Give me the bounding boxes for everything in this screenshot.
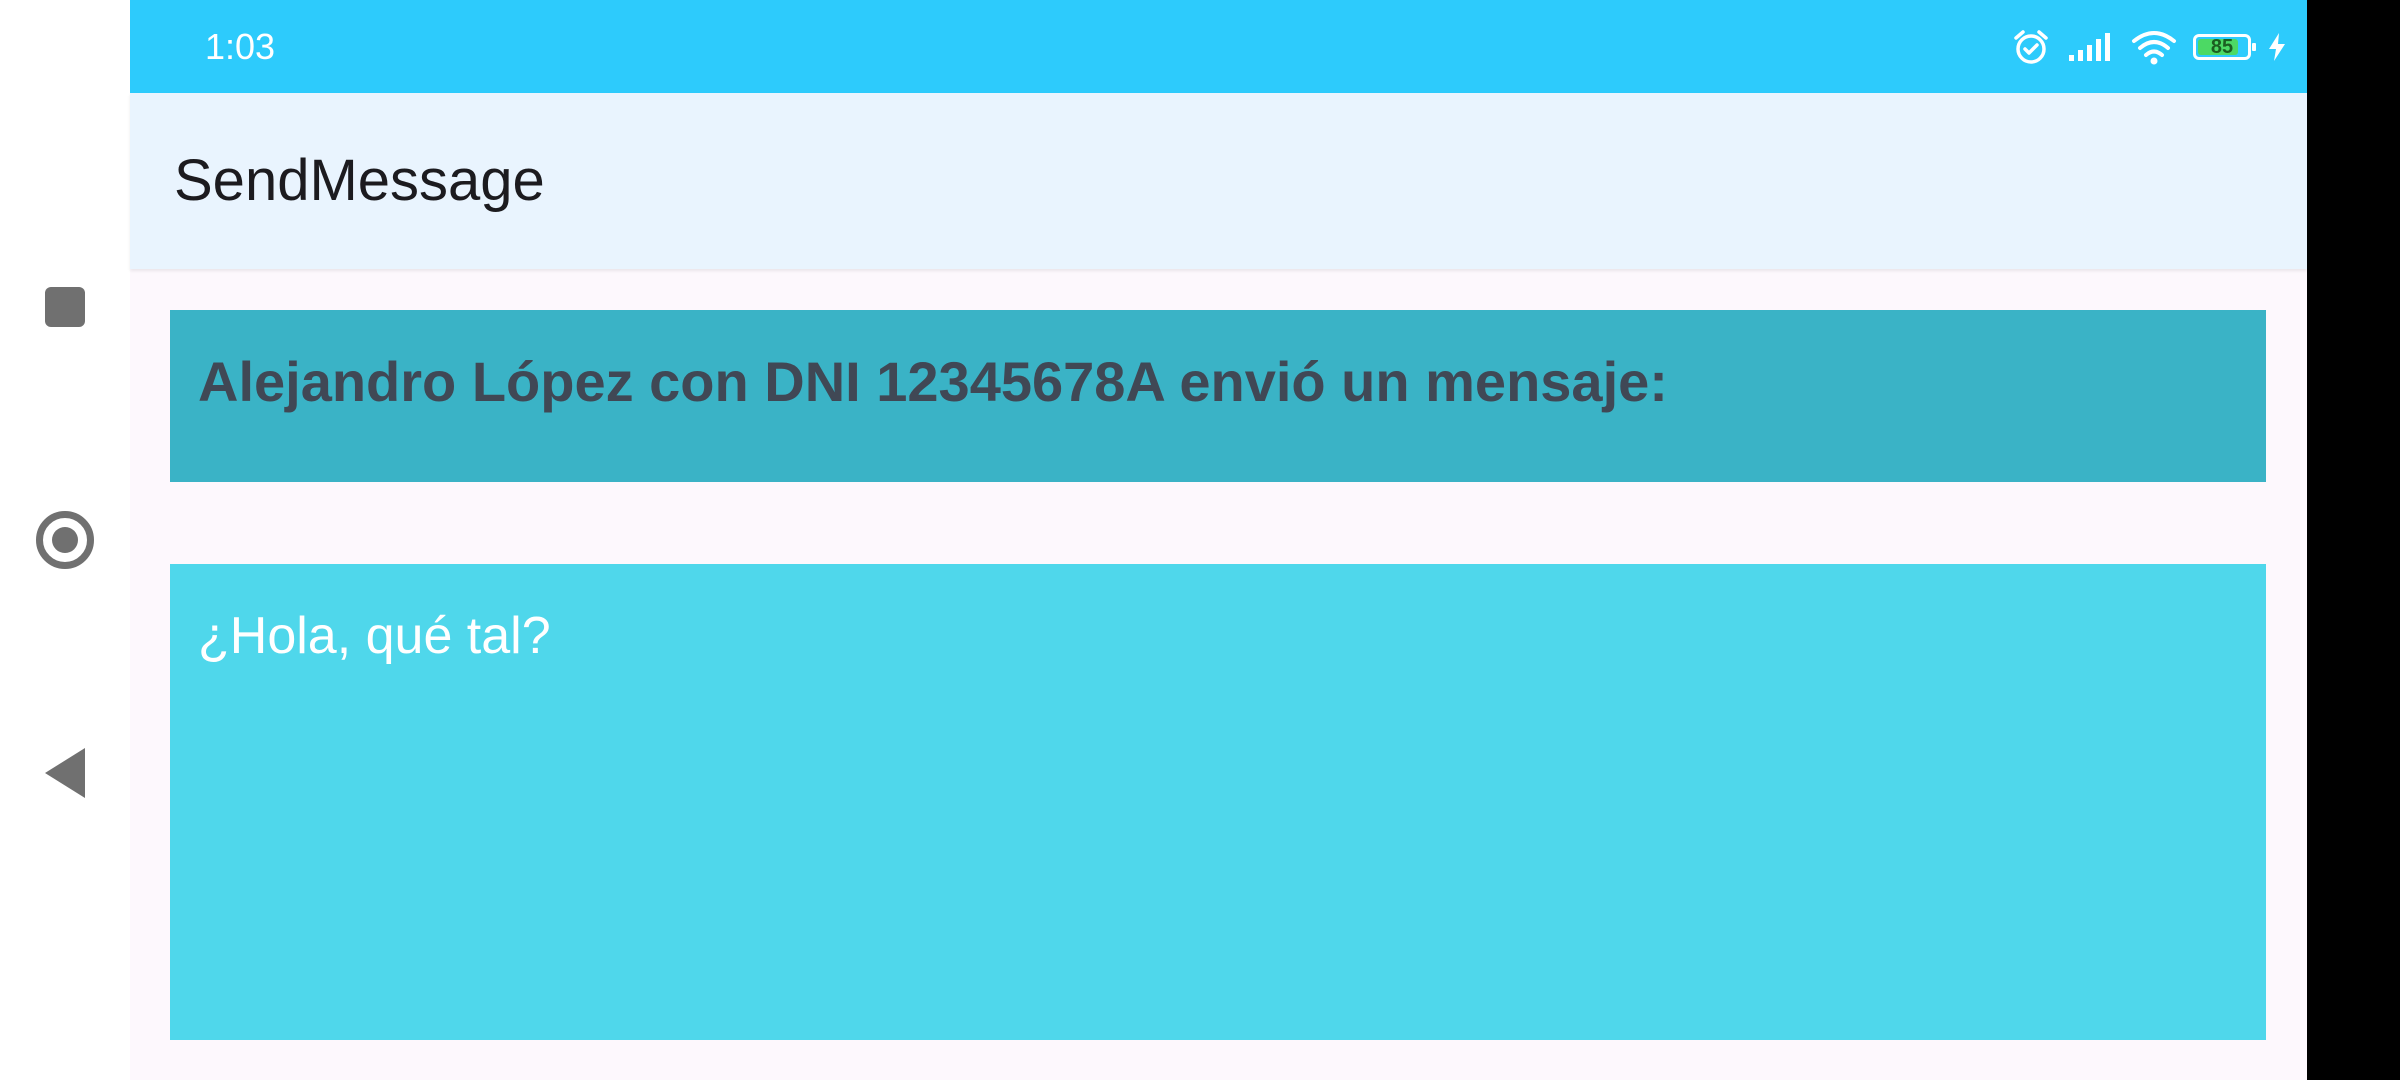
home-button[interactable] xyxy=(0,480,130,600)
right-edge-bar xyxy=(2307,0,2400,1080)
app-window: 1:03 85 SendMessage Alejandro López con … xyxy=(130,0,2307,1080)
alarm-icon xyxy=(2011,27,2051,67)
app-bar: SendMessage xyxy=(130,93,2307,269)
battery-level: 85 xyxy=(2210,35,2234,58)
signal-icon xyxy=(2067,31,2115,63)
wifi-icon xyxy=(2131,29,2177,65)
home-icon xyxy=(36,511,94,569)
message-box: ¿Hola, qué tal? xyxy=(170,564,2266,1040)
recents-icon xyxy=(45,287,85,327)
status-icons: 85 xyxy=(2011,0,2287,93)
back-button[interactable] xyxy=(0,713,130,833)
battery-icon: 85 xyxy=(2193,33,2256,60)
status-time: 1:03 xyxy=(205,26,276,67)
status-bar: 1:03 85 xyxy=(130,0,2307,93)
charging-icon xyxy=(2267,32,2287,62)
screen: 1:03 85 SendMessage Alejandro López con … xyxy=(0,0,2400,1080)
recents-button[interactable] xyxy=(0,247,130,367)
sender-header-text: Alejandro López con DNI 12345678A envió … xyxy=(198,350,1668,413)
app-title: SendMessage xyxy=(174,148,545,213)
navigation-bar xyxy=(0,0,130,1080)
back-icon xyxy=(45,748,85,798)
sender-header: Alejandro López con DNI 12345678A envió … xyxy=(170,310,2266,482)
message-text: ¿Hola, qué tal? xyxy=(198,607,551,665)
